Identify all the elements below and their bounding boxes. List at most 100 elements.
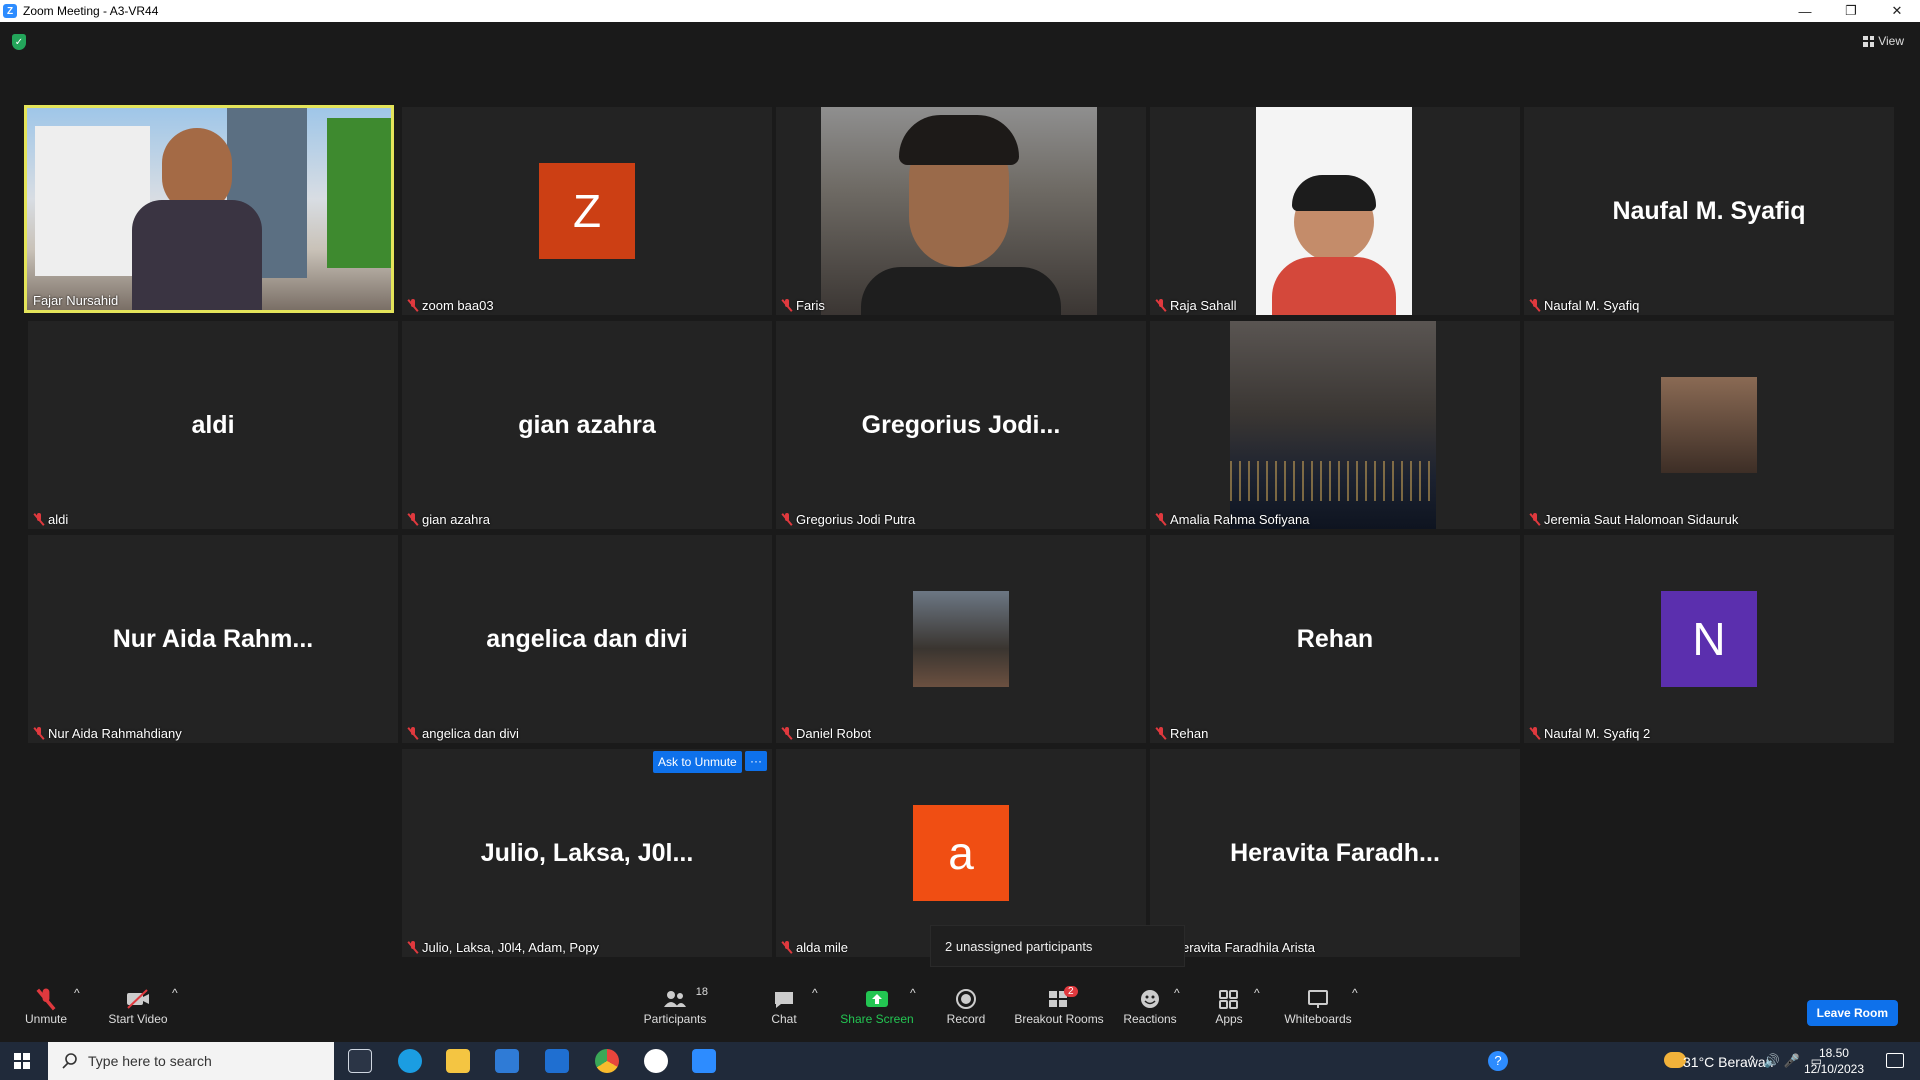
- participant-tile[interactable]: Amalia Rahma Sofiyana: [1150, 321, 1520, 529]
- task-view-icon[interactable]: [348, 1049, 372, 1073]
- clock[interactable]: 18.50 12/10/2023: [1804, 1045, 1864, 1077]
- participant-tile-active[interactable]: Fajar Nursahid: [24, 105, 394, 313]
- security-shield-icon[interactable]: ✓: [12, 34, 26, 50]
- video-options-caret[interactable]: ^: [172, 986, 178, 1000]
- mic-muted-icon: [782, 513, 792, 526]
- volume-icon[interactable]: 🔊: [1764, 1053, 1780, 1069]
- participant-tile[interactable]: Raja Sahall: [1150, 107, 1520, 315]
- participant-name-label: zoom baa03: [408, 298, 494, 313]
- file-explorer-icon[interactable]: [446, 1049, 470, 1073]
- taskbar-search-box[interactable]: Type here to search: [48, 1042, 334, 1080]
- participants-count: 18: [695, 986, 708, 998]
- edge-browser-icon[interactable]: [398, 1049, 422, 1073]
- participant-tile[interactable]: Nur Aida Rahm... Nur Aida Rahmahdiany: [28, 535, 398, 743]
- participant-name-label: Jeremia Saut Halomoan Sidauruk: [1530, 512, 1738, 527]
- audio-options-caret[interactable]: ^: [74, 986, 80, 1000]
- participant-tile[interactable]: Jeremia Saut Halomoan Sidauruk: [1524, 321, 1894, 529]
- record-label: Record: [946, 1012, 986, 1026]
- participant-tile[interactable]: angelica dan divi angelica dan divi: [402, 535, 772, 743]
- participant-video: [27, 108, 391, 310]
- breakout-rooms-button[interactable]: 2 Breakout Rooms: [1012, 986, 1106, 1026]
- restore-button[interactable]: ❐: [1828, 0, 1874, 22]
- participant-name-label: Raja Sahall: [1156, 298, 1237, 313]
- participant-tile[interactable]: Daniel Robot: [776, 535, 1146, 743]
- whiteboards-options-caret[interactable]: ^: [1352, 986, 1358, 1000]
- apps-options-caret[interactable]: ^: [1254, 986, 1260, 1000]
- search-placeholder: Type here to search: [88, 1053, 212, 1069]
- breakout-rooms-label: Breakout Rooms: [1014, 1012, 1104, 1026]
- unmute-button[interactable]: Unmute: [22, 986, 70, 1026]
- share-options-caret[interactable]: ^: [910, 986, 916, 1000]
- zoom-taskbar-icon[interactable]: [692, 1049, 716, 1073]
- avatar: N: [1661, 591, 1757, 687]
- participant-tile[interactable]: Faris: [776, 107, 1146, 315]
- mic-muted-icon: [1156, 299, 1166, 312]
- reactions-icon: [1141, 990, 1159, 1008]
- participant-tile[interactable]: aldi aldi: [28, 321, 398, 529]
- search-icon: [62, 1053, 77, 1069]
- apps-button[interactable]: Apps: [1212, 986, 1246, 1026]
- mic-muted-icon: [408, 513, 418, 526]
- share-screen-button[interactable]: Share Screen: [840, 986, 914, 1026]
- reactions-button[interactable]: Reactions: [1122, 986, 1178, 1026]
- participants-button[interactable]: 18 Participants: [640, 986, 710, 1026]
- view-label: View: [1878, 34, 1904, 48]
- record-icon: [956, 989, 976, 1009]
- chat-options-caret[interactable]: ^: [812, 986, 818, 1000]
- ask-to-unmute-button[interactable]: Ask to Unmute: [653, 751, 742, 773]
- participant-name-label: alda mile: [782, 940, 848, 955]
- avatar: a: [913, 805, 1009, 901]
- participant-video: [821, 107, 1097, 315]
- notifications-icon[interactable]: [1886, 1053, 1904, 1068]
- mic-muted-icon: [408, 941, 418, 954]
- video-off-icon: [127, 989, 149, 1009]
- whiteboard-icon: [1308, 990, 1328, 1008]
- chrome-icon[interactable]: [595, 1049, 619, 1073]
- reactions-options-caret[interactable]: ^: [1174, 986, 1180, 1000]
- participant-name-label: aldi: [34, 512, 68, 527]
- participant-tile[interactable]: Rehan Rehan: [1150, 535, 1520, 743]
- participant-name-label: angelica dan divi: [408, 726, 519, 741]
- clock-time: 18.50: [1818, 1046, 1849, 1060]
- participant-tile[interactable]: N Naufal M. Syafiq 2: [1524, 535, 1894, 743]
- unmute-label: Unmute: [24, 1012, 68, 1026]
- more-options-button[interactable]: ···: [745, 751, 767, 771]
- mic-muted-icon: [1530, 513, 1540, 526]
- mic-muted-icon: [34, 513, 44, 526]
- microsoft-store-icon[interactable]: [495, 1049, 519, 1073]
- participant-name-label: Naufal M. Syafiq 2: [1530, 726, 1650, 741]
- mic-muted-icon: [782, 941, 792, 954]
- start-video-label: Start Video: [108, 1012, 168, 1026]
- participant-tile[interactable]: Naufal M. Syafiq Naufal M. Syafiq: [1524, 107, 1894, 315]
- start-video-button[interactable]: Start Video: [106, 986, 170, 1026]
- close-button[interactable]: ✕: [1874, 0, 1920, 22]
- participant-tile[interactable]: Z zoom baa03: [402, 107, 772, 315]
- chat-button[interactable]: Chat: [768, 986, 800, 1026]
- participant-tile[interactable]: Julio, Laksa, J0l... Julio, Laksa, J0l4,…: [402, 749, 772, 957]
- help-icon[interactable]: ?: [1488, 1051, 1508, 1071]
- participant-name-label: Faris: [782, 298, 825, 313]
- mail-icon[interactable]: [545, 1049, 569, 1073]
- whiteboards-button[interactable]: Whiteboards: [1282, 986, 1354, 1026]
- teamviewer-icon[interactable]: [644, 1049, 668, 1073]
- leave-room-button[interactable]: Leave Room: [1806, 1000, 1898, 1026]
- microphone-icon[interactable]: 🎤: [1784, 1053, 1800, 1069]
- unassigned-participants-tooltip: 2 unassigned participants: [930, 925, 1185, 967]
- show-hidden-icons[interactable]: ^: [1749, 1053, 1755, 1067]
- window-title: Zoom Meeting - A3-VR44: [23, 4, 159, 18]
- grid-view-icon: [1863, 35, 1875, 47]
- weather-text[interactable]: 31°C Berawan: [1683, 1054, 1773, 1070]
- view-button[interactable]: View: [1863, 34, 1904, 48]
- participant-tile[interactable]: gian azahra gian azahra: [402, 321, 772, 529]
- minimize-button[interactable]: —: [1782, 0, 1828, 22]
- profile-photo: [913, 591, 1009, 687]
- participant-tile[interactable]: Gregorius Jodi... Gregorius Jodi Putra: [776, 321, 1146, 529]
- meeting-stage: ✓ View Fajar Nursahid Z zoom baa03 Faris: [0, 22, 1920, 972]
- participant-display-name: Julio, Laksa, J0l...: [480, 838, 694, 867]
- windows-taskbar: Type here to search ? 31°C Berawan ^ 🔊 🎤…: [0, 1042, 1920, 1080]
- participant-tile[interactable]: Heravita Faradh... eravita Faradhila Ari…: [1150, 749, 1520, 957]
- windows-start-icon[interactable]: [14, 1053, 30, 1069]
- mic-muted-icon: [38, 987, 55, 1010]
- record-button[interactable]: Record: [944, 986, 988, 1026]
- participant-name-label: Nur Aida Rahmahdiany: [34, 726, 182, 741]
